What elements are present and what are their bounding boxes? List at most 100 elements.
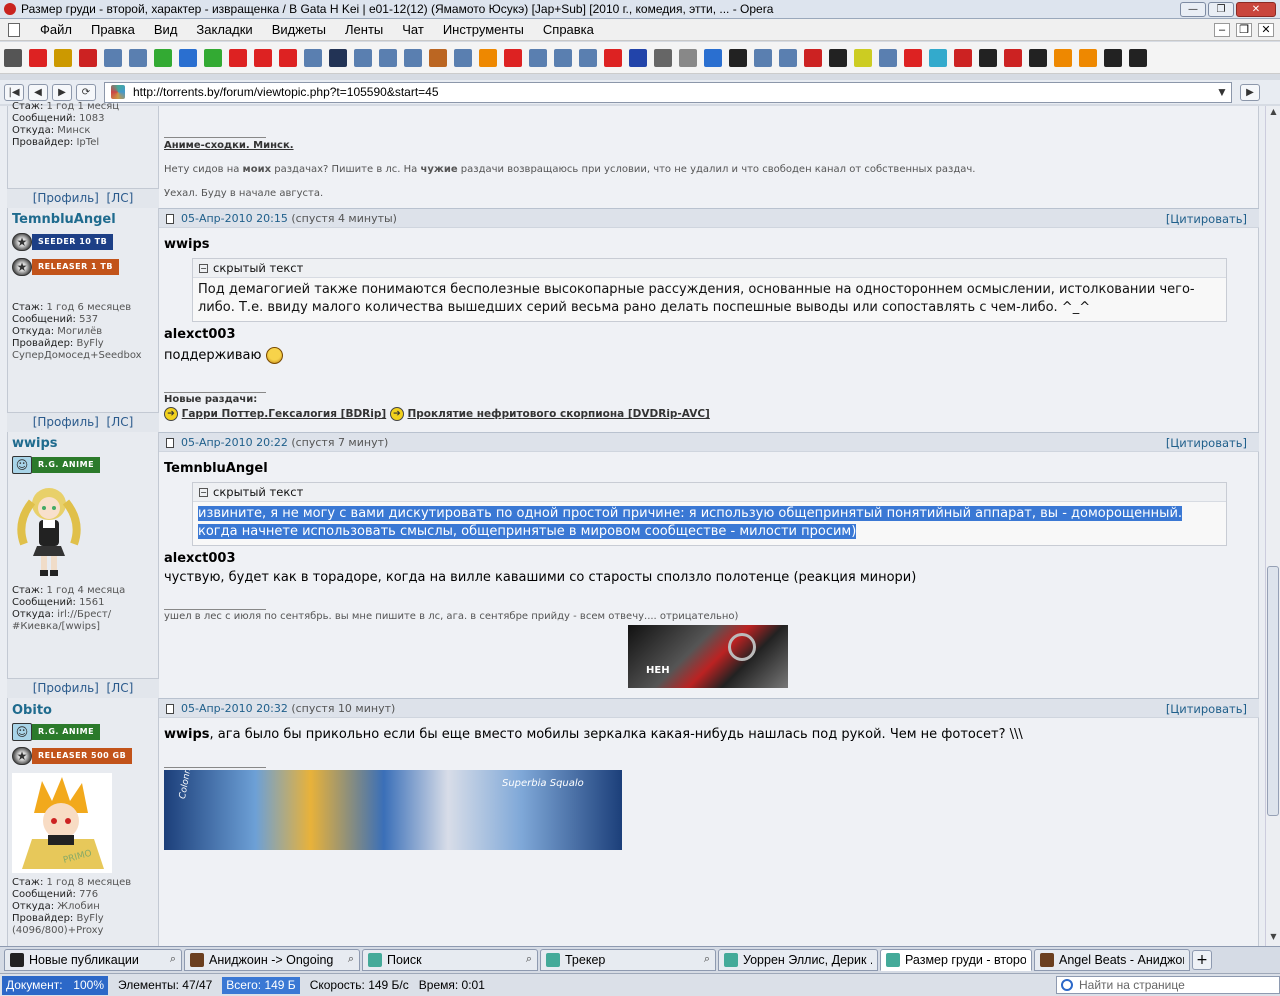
forward-button[interactable]: ▶ [52,83,72,101]
tab-1[interactable]: Аниджоин -> Ongoing ⌕ [184,948,360,971]
bookmark-icon[interactable] [404,48,422,67]
post-author[interactable]: TemnbluAngel [12,212,116,227]
reload-button[interactable]: ⟳ [76,83,96,101]
menu-file[interactable]: Файл [40,22,72,37]
post-date[interactable]: 05-Апр-2010 20:32 (спустя 10 минут) [181,702,395,715]
signature-title[interactable]: Аниме-сходки. Минск. [164,140,294,151]
spoiler-toggle[interactable]: − скрытый текст [193,259,1226,278]
menu-bookmarks[interactable]: Закладки [196,22,252,37]
release-link[interactable]: Гарри Поттер.Гексалогия [BDRip] [182,408,387,420]
quote-button[interactable]: [Цитировать] [1166,436,1247,450]
bookmark-icon[interactable] [1004,48,1022,67]
profile-link[interactable]: [Профиль] [33,415,99,429]
profile-link[interactable]: [Профиль] [33,191,99,205]
post-icon[interactable] [166,214,174,224]
bookmark-icon[interactable] [904,48,922,67]
maximize-button[interactable]: ❐ [1208,1,1234,17]
bookmark-icon[interactable] [4,48,22,67]
back-button[interactable]: ◀ [28,83,48,101]
release-link[interactable]: Проклятие нефритового скорпиона [DVDRip-… [408,408,710,420]
tab-6[interactable]: Angel Beats - Аниджоин [1034,948,1190,971]
bookmark-icon[interactable] [579,48,597,67]
bookmark-icon[interactable] [304,48,322,67]
menu-view[interactable]: Вид [154,22,178,37]
page-close-icon[interactable]: ✕ [1258,22,1274,37]
bookmark-icon[interactable] [204,48,222,67]
tab-3[interactable]: Трекер ⌕ [540,948,716,971]
bookmark-icon[interactable] [1029,48,1047,67]
bookmark-icon[interactable] [779,48,797,67]
bookmark-icon[interactable] [29,48,47,67]
bookmark-icon[interactable] [1079,48,1097,67]
post-author[interactable]: Obito [12,703,52,718]
bookmark-icon[interactable] [279,48,297,67]
bookmark-icon[interactable] [929,48,947,67]
quote-button[interactable]: [Цитировать] [1166,702,1247,716]
tab-search-icon[interactable]: ⌕ [704,953,710,966]
bookmark-icon[interactable] [54,48,72,67]
find-in-page-input[interactable]: Найти на странице [1056,976,1280,994]
menu-feeds[interactable]: Ленты [345,22,383,37]
tab-0[interactable]: Новые публикации ⌕ [4,948,182,971]
menu-tools[interactable]: Инструменты [443,22,524,37]
bookmark-icon[interactable] [829,48,847,67]
bookmark-icon[interactable] [1054,48,1072,67]
bookmark-icon[interactable] [129,48,147,67]
vertical-scrollbar[interactable]: ▲ ▼ [1265,106,1280,946]
bookmark-icon[interactable] [354,48,372,67]
new-tab-button[interactable]: + [1192,949,1212,970]
post-date[interactable]: 05-Апр-2010 20:22 (спустя 7 минут) [181,436,388,449]
bookmark-icon[interactable] [704,48,722,67]
bookmark-icon[interactable] [79,48,97,67]
tab-4[interactable]: Уоррен Эллис, Дерик ... [718,948,878,971]
scroll-down-icon[interactable]: ▼ [1267,932,1280,945]
bookmark-icon[interactable] [429,48,447,67]
menu-chat[interactable]: Чат [402,22,424,37]
address-dropdown-icon[interactable]: ▼ [1213,85,1231,99]
bookmark-icon[interactable] [729,48,747,67]
bookmark-icon[interactable] [379,48,397,67]
menu-help[interactable]: Справка [543,22,594,37]
post-icon[interactable] [166,704,174,714]
rewind-button[interactable]: |◀ [4,83,24,101]
pm-link[interactable]: [ЛС] [107,415,134,429]
page-restore-icon[interactable]: ❐ [1236,22,1252,37]
scroll-up-icon[interactable]: ▲ [1267,107,1280,120]
bookmark-icon[interactable] [454,48,472,67]
bookmark-icon[interactable] [754,48,772,67]
bookmark-icon[interactable] [179,48,197,67]
post-author[interactable]: wwips [12,436,58,451]
bookmark-icon[interactable] [629,48,647,67]
spoiler-toggle[interactable]: − скрытый текст [193,483,1226,502]
close-button[interactable]: ✕ [1236,1,1276,17]
tab-2[interactable]: Поиск ⌕ [362,948,538,971]
bookmark-icon[interactable] [854,48,872,67]
bookmark-icon[interactable] [879,48,897,67]
bookmark-icon[interactable] [1104,48,1122,67]
page-menu-icon[interactable] [8,22,20,37]
bookmark-icon[interactable] [479,48,497,67]
menu-edit[interactable]: Правка [91,22,135,37]
bookmark-icon[interactable] [679,48,697,67]
post-icon[interactable] [166,438,174,448]
tab-search-icon[interactable]: ⌕ [348,953,354,966]
profile-link[interactable]: [Профиль] [33,681,99,695]
pm-link[interactable]: [ЛС] [107,681,134,695]
minimize-button[interactable]: — [1180,1,1206,17]
quote-button[interactable]: [Цитировать] [1166,212,1247,226]
page-minimize-icon[interactable]: – [1214,22,1230,37]
go-button[interactable]: ▶ [1240,83,1260,101]
bookmark-icon[interactable] [104,48,122,67]
menu-widgets[interactable]: Виджеты [272,22,326,37]
bookmark-icon[interactable] [329,48,347,67]
bookmark-icon[interactable] [604,48,622,67]
tab-search-icon[interactable]: ⌕ [526,953,532,966]
pm-link[interactable]: [ЛС] [107,191,134,205]
bookmark-icon[interactable] [229,48,247,67]
bookmark-icon[interactable] [254,48,272,67]
bookmark-icon[interactable] [504,48,522,67]
bookmark-icon[interactable] [1129,48,1147,67]
bookmark-icon[interactable] [654,48,672,67]
bookmark-icon[interactable] [979,48,997,67]
address-field[interactable]: http://torrents.by/forum/viewtopic.php?t… [104,81,1232,103]
